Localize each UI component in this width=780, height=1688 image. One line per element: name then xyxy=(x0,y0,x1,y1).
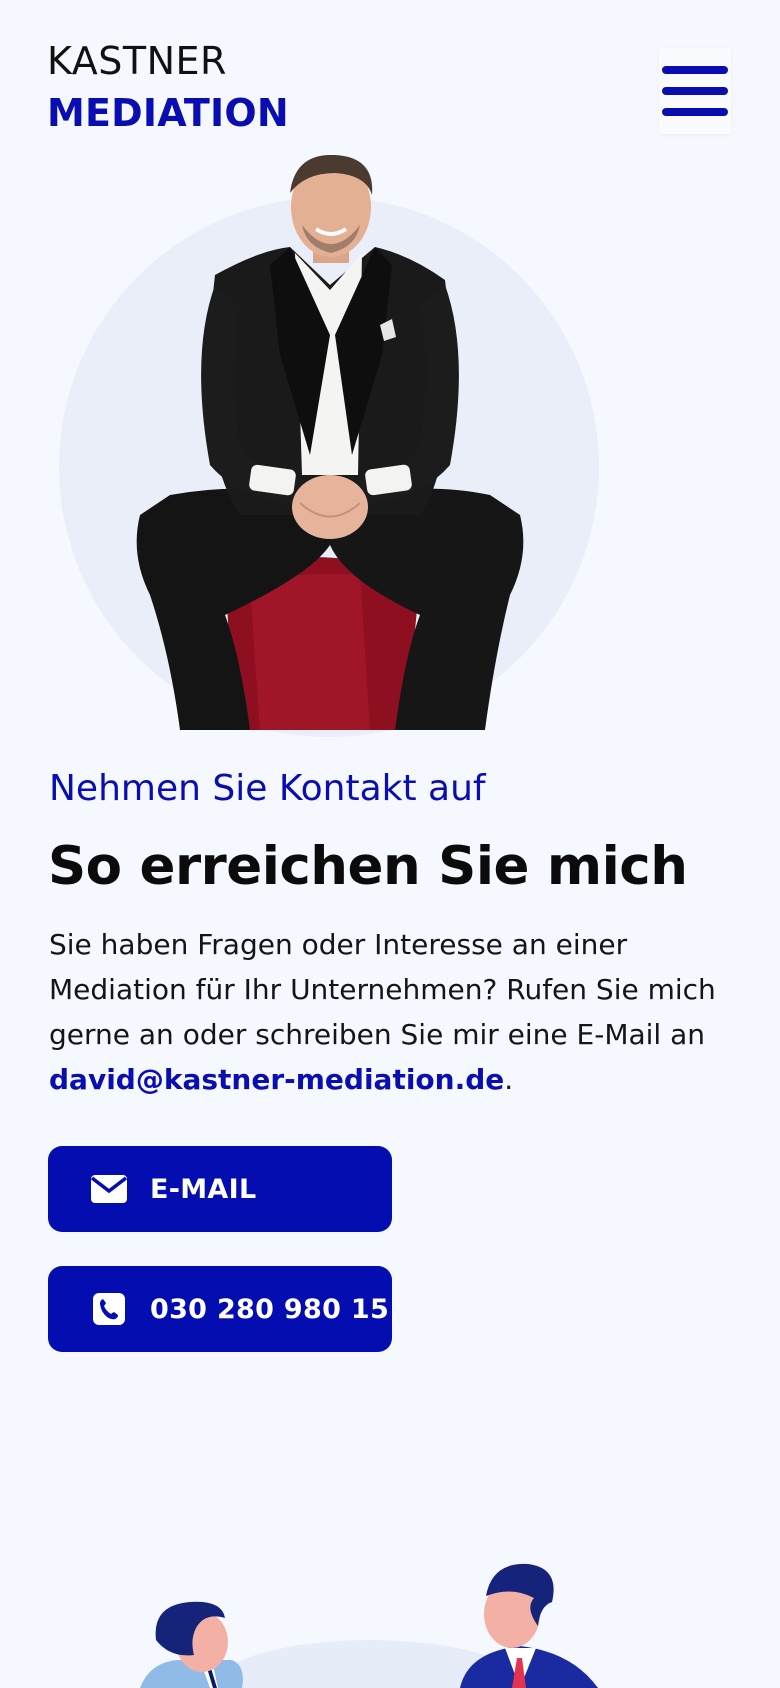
phone-icon xyxy=(90,1293,128,1325)
site-logo[interactable]: KASTNER MEDIATION xyxy=(47,42,289,132)
logo-text-mediation: MEDIATION xyxy=(47,91,289,135)
section-eyebrow: Nehmen Sie Kontakt auf xyxy=(49,768,486,809)
phone-button[interactable]: 030 280 980 15 xyxy=(48,1266,392,1352)
contact-description-text: Sie haben Fragen oder Interesse an einer… xyxy=(49,928,716,1051)
mediation-illustration xyxy=(140,1563,598,1688)
envelope-icon xyxy=(90,1173,128,1205)
email-button[interactable]: E-MAIL xyxy=(48,1146,392,1232)
contact-description: Sie haben Fragen oder Interesse an einer… xyxy=(49,922,749,1102)
email-link[interactable]: david@kastner-mediation.de xyxy=(49,1063,504,1096)
phone-button-label: 030 280 980 15 xyxy=(150,1293,390,1325)
section-title: So erreichen Sie mich xyxy=(48,836,688,897)
portrait-photo xyxy=(136,155,524,730)
hamburger-menu-icon-bar xyxy=(662,87,728,95)
contact-description-end: . xyxy=(504,1063,514,1096)
logo-text-kastner: KASTNER xyxy=(47,39,227,83)
menu-button[interactable] xyxy=(659,48,731,134)
hamburger-menu-icon xyxy=(662,66,728,74)
page: KASTNER MEDIATION Nehmen Sie Kontakt auf… xyxy=(0,0,780,1688)
hamburger-menu-icon-bar xyxy=(662,108,728,116)
email-button-label: E-MAIL xyxy=(150,1173,257,1205)
